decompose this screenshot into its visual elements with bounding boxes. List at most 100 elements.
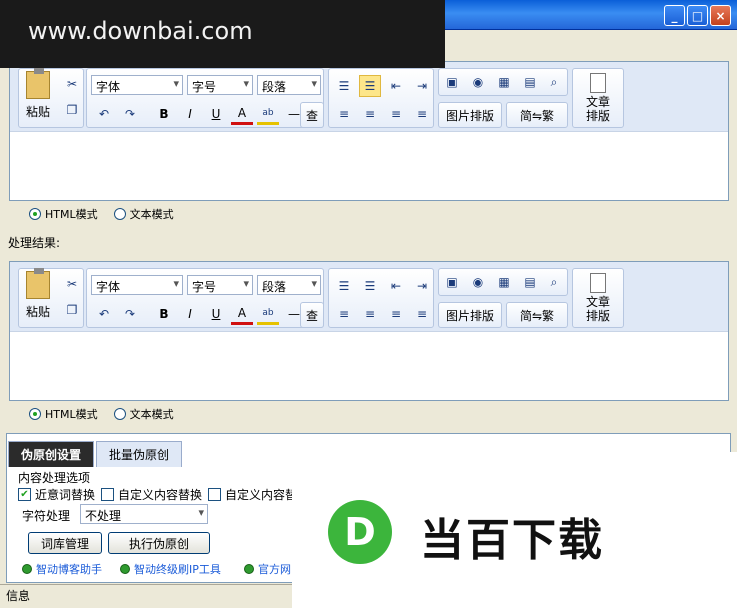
settings-tabs: 伪原创设置 批量伪原创 bbox=[8, 441, 183, 467]
image-icon[interactable]: ▣ bbox=[441, 71, 463, 93]
checkbox-icon bbox=[101, 488, 114, 501]
ordered-list-icon[interactable]: ☰ bbox=[333, 275, 355, 297]
minimize-button[interactable]: _ bbox=[664, 5, 685, 26]
indent-icon[interactable]: ⇥ bbox=[411, 275, 433, 297]
list-group: ☰ ☰ ⇤ ⇥ ≡ ≡ ≡ ≡ bbox=[328, 268, 434, 328]
result-editor: 粘贴 ✂ ❐ 字体 字号 段落 ↶ ↷ B I U A ab — 查 ☰ ☰ ⇤… bbox=[9, 261, 729, 401]
green-dot-icon bbox=[22, 564, 32, 574]
cut-icon[interactable]: ✂ bbox=[61, 73, 83, 95]
html-mode-radio[interactable]: HTML模式 bbox=[29, 206, 98, 222]
italic-icon[interactable]: I bbox=[179, 303, 201, 325]
lexicon-manage-button[interactable]: 词库管理 bbox=[28, 532, 102, 554]
paste-button[interactable]: 粘贴 bbox=[21, 268, 55, 327]
align-right-icon[interactable]: ≡ bbox=[385, 103, 407, 125]
align-center-icon[interactable]: ≡ bbox=[359, 303, 381, 325]
font-color-icon[interactable]: A bbox=[231, 303, 253, 325]
clipboard-group: 粘贴 ✂ ❐ bbox=[18, 68, 84, 128]
image-layout-button[interactable]: 图片排版 bbox=[438, 102, 502, 128]
green-dot-icon bbox=[244, 564, 254, 574]
paragraph-select[interactable]: 段落 bbox=[257, 75, 321, 95]
article-layout-button[interactable]: 文章 排版 bbox=[572, 268, 624, 328]
font-select[interactable]: 字体 bbox=[91, 75, 183, 95]
align-right-icon[interactable]: ≡ bbox=[385, 303, 407, 325]
undo-icon[interactable]: ↶ bbox=[93, 303, 115, 325]
justify-icon[interactable]: ≡ bbox=[411, 103, 433, 125]
watermark-text: www.downbai.com bbox=[0, 0, 445, 68]
checkbox-checked-icon: ✔ bbox=[18, 488, 31, 501]
maximize-button[interactable]: □ bbox=[687, 5, 708, 26]
bold-icon[interactable]: B bbox=[153, 303, 175, 325]
checkbox-icon bbox=[208, 488, 221, 501]
image-layout-button[interactable]: 图片排版 bbox=[438, 302, 502, 328]
table-icon[interactable]: ▦ bbox=[493, 271, 515, 293]
unordered-list-icon[interactable]: ☰ bbox=[359, 275, 381, 297]
copy-icon[interactable]: ❐ bbox=[61, 299, 83, 321]
highlight-icon[interactable]: ab bbox=[257, 303, 279, 325]
radio-off-icon bbox=[113, 408, 126, 420]
source-editor: 粘贴 ✂ ❐ 字体 字号 段落 ↶ ↷ B I U A ab — 查 ☰ ☰ ⇤… bbox=[9, 61, 729, 201]
underline-icon[interactable]: U bbox=[205, 303, 227, 325]
outdent-icon[interactable]: ⇤ bbox=[385, 75, 407, 97]
link-blog-assistant[interactable]: 智动博客助手 bbox=[22, 561, 102, 577]
flash-icon[interactable]: ◉ bbox=[467, 71, 489, 93]
font-group: 字体 字号 段落 ↶ ↷ B I U A ab — bbox=[86, 268, 324, 328]
font-select[interactable]: 字体 bbox=[91, 275, 183, 295]
link-official-site[interactable]: 官方网 bbox=[244, 561, 291, 577]
synonym-checkbox-row[interactable]: ✔ 近意词替换 bbox=[18, 486, 95, 503]
editor-toolbar: 粘贴 ✂ ❐ 字体 字号 段落 ↶ ↷ B I U A ab — 查 ☰ ☰ ⇤… bbox=[10, 62, 728, 132]
insert-group: ▣ ◉ ▦ ▤ ⌕ bbox=[438, 68, 568, 96]
size-select[interactable]: 字号 bbox=[187, 75, 253, 95]
justify-icon[interactable]: ≡ bbox=[411, 303, 433, 325]
tab-pseudo-original-settings[interactable]: 伪原创设置 bbox=[8, 441, 95, 467]
paste-button[interactable]: 粘贴 bbox=[21, 68, 55, 127]
char-processing-select[interactable]: 不处理 bbox=[80, 504, 208, 524]
synonym-label: 近意词替换 bbox=[35, 488, 96, 502]
underline-icon[interactable]: U bbox=[205, 103, 227, 125]
custom-replace-checkbox-row[interactable]: 自定义内容替换 bbox=[101, 486, 202, 503]
editor-toolbar: 粘贴 ✂ ❐ 字体 字号 段落 ↶ ↷ B I U A ab — 查 ☰ ☰ ⇤… bbox=[10, 262, 728, 332]
find-button[interactable]: 查 bbox=[300, 302, 324, 328]
simplified-traditional-button[interactable]: 简⇋繁 bbox=[506, 102, 568, 128]
note-icon[interactable]: ▤ bbox=[519, 71, 541, 93]
ordered-list-icon[interactable]: ☰ bbox=[333, 75, 355, 97]
image-icon[interactable]: ▣ bbox=[441, 271, 463, 293]
view-icon[interactable]: ⌕ bbox=[543, 71, 565, 93]
unordered-list-icon[interactable]: ☰ bbox=[359, 75, 381, 97]
paragraph-select[interactable]: 段落 bbox=[257, 275, 321, 295]
clipboard-group: 粘贴 ✂ ❐ bbox=[18, 268, 84, 328]
align-center-icon[interactable]: ≡ bbox=[359, 103, 381, 125]
custom-replace-2-checkbox-row[interactable]: 自定义内容替 bbox=[208, 486, 297, 503]
redo-icon[interactable]: ↷ bbox=[119, 103, 141, 125]
bold-icon[interactable]: B bbox=[153, 103, 175, 125]
outdent-icon[interactable]: ⇤ bbox=[385, 275, 407, 297]
paste-label: 粘贴 bbox=[25, 305, 50, 319]
article-layout-button[interactable]: 文章 排版 bbox=[572, 68, 624, 128]
close-button[interactable]: × bbox=[710, 5, 731, 26]
table-icon[interactable]: ▦ bbox=[493, 71, 515, 93]
tab-batch-pseudo-original[interactable]: 批量伪原创 bbox=[96, 441, 183, 467]
flash-icon[interactable]: ◉ bbox=[467, 271, 489, 293]
highlight-icon[interactable]: ab bbox=[257, 103, 279, 125]
align-left-icon[interactable]: ≡ bbox=[333, 103, 355, 125]
cut-icon[interactable]: ✂ bbox=[61, 273, 83, 295]
align-left-icon[interactable]: ≡ bbox=[333, 303, 355, 325]
note-icon[interactable]: ▤ bbox=[519, 271, 541, 293]
italic-icon[interactable]: I bbox=[179, 103, 201, 125]
view-icon[interactable]: ⌕ bbox=[543, 271, 565, 293]
copy-icon[interactable]: ❐ bbox=[61, 99, 83, 121]
text-mode-radio[interactable]: 文本模式 bbox=[113, 406, 174, 422]
undo-icon[interactable]: ↶ bbox=[93, 103, 115, 125]
simplified-traditional-button[interactable]: 简⇋繁 bbox=[506, 302, 568, 328]
html-mode-radio[interactable]: HTML模式 bbox=[29, 406, 98, 422]
font-color-icon[interactable]: A bbox=[231, 103, 253, 125]
clipboard-icon bbox=[26, 68, 50, 99]
size-select[interactable]: 字号 bbox=[187, 275, 253, 295]
run-pseudo-original-button[interactable]: 执行伪原创 bbox=[108, 532, 210, 554]
clipboard-icon bbox=[26, 268, 50, 299]
text-mode-radio[interactable]: 文本模式 bbox=[113, 206, 174, 222]
indent-icon[interactable]: ⇥ bbox=[411, 75, 433, 97]
link-ip-tool[interactable]: 智动终级刷IP工具 bbox=[120, 561, 221, 577]
redo-icon[interactable]: ↷ bbox=[119, 303, 141, 325]
radio-off-icon bbox=[113, 208, 126, 220]
find-button[interactable]: 查 bbox=[300, 102, 324, 128]
